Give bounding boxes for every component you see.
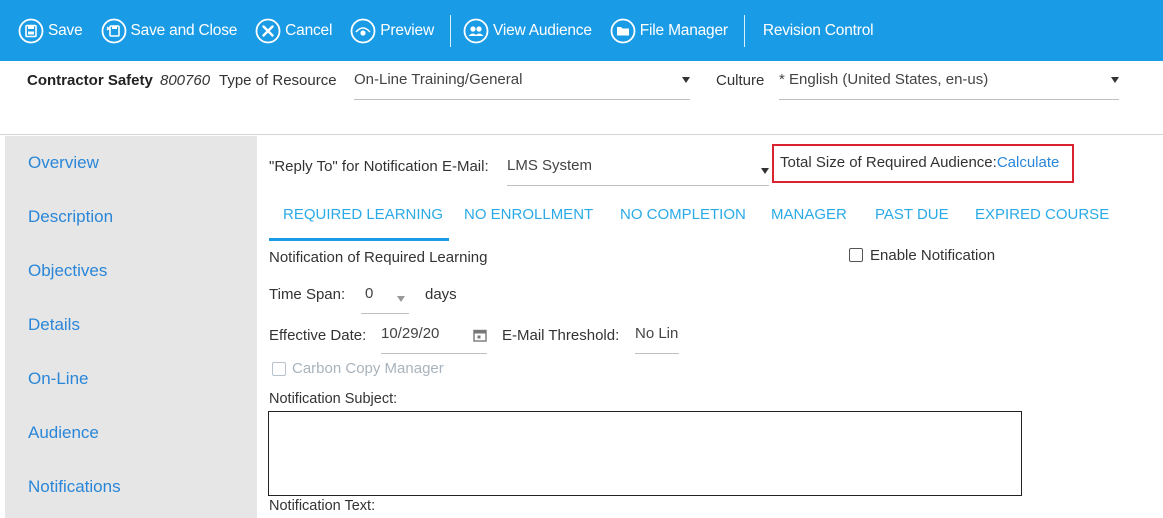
calculate-link[interactable]: Calculate — [997, 154, 1060, 171]
sidebar-item-description[interactable]: Description — [28, 207, 113, 227]
tab-required-learning[interactable]: REQUIRED LEARNING — [283, 206, 443, 223]
save-and-close-button[interactable]: Save and Close — [95, 0, 250, 61]
folder-icon — [610, 18, 636, 44]
tab-manager[interactable]: MANAGER — [771, 206, 847, 223]
save-close-icon — [101, 18, 127, 44]
type-of-resource-select[interactable]: On-Line Training/General — [354, 70, 690, 100]
culture-label: Culture — [716, 72, 765, 89]
total-audience-label: Total Size of Required Audience: — [780, 154, 997, 171]
total-audience-highlight: Total Size of Required Audience:Calculat… — [772, 144, 1074, 183]
save-button[interactable]: Save — [12, 0, 95, 61]
enable-notification-checkbox[interactable] — [849, 248, 863, 262]
sidebar: Overview Description Objectives Details … — [5, 136, 257, 518]
active-tab-indicator — [269, 238, 449, 241]
culture-select[interactable]: * English (United States, en-us) — [779, 70, 1119, 100]
caret-down-icon — [682, 77, 690, 83]
preview-button[interactable]: Preview — [344, 0, 446, 61]
sidebar-item-objectives[interactable]: Objectives — [28, 261, 107, 281]
notification-subject-textarea[interactable] — [268, 411, 1022, 496]
notification-tabs: REQUIRED LEARNING NO ENROLLMENT NO COMPL… — [269, 194, 1149, 242]
time-span-select[interactable]: 0 — [361, 284, 409, 314]
effective-date-label: Effective Date: — [269, 327, 367, 344]
toolbar-divider — [743, 14, 745, 47]
revision-control-button[interactable]: Revision Control — [751, 0, 886, 61]
sidebar-item-notifications[interactable]: Notifications — [28, 477, 121, 497]
time-span-label: Time Span: — [269, 286, 346, 303]
sidebar-item-overview[interactable]: Overview — [28, 153, 99, 173]
toolbar: Save Save and Close Cancel Preview View … — [0, 0, 1163, 61]
caret-down-icon — [1111, 77, 1119, 83]
tab-no-enrollment[interactable]: NO ENROLLMENT — [464, 206, 593, 223]
sidebar-item-details[interactable]: Details — [28, 315, 80, 335]
toolbar-divider — [449, 14, 451, 47]
effective-date-input[interactable]: 10/29/20 — [381, 324, 487, 354]
cancel-icon — [255, 18, 281, 44]
notification-subject-label: Notification Subject: — [269, 391, 398, 407]
tab-no-completion[interactable]: NO COMPLETION — [620, 206, 746, 223]
calendar-icon[interactable] — [473, 328, 487, 342]
tab-past-due[interactable]: PAST DUE — [875, 206, 949, 223]
reply-to-label: "Reply To" for Notification E-Mail: — [269, 158, 489, 175]
save-icon — [18, 18, 44, 44]
tab-expired-course[interactable]: EXPIRED COURSE — [975, 206, 1109, 223]
type-of-resource-label: Type of Resource — [219, 72, 337, 89]
enable-notification-label: Enable Notification — [870, 247, 996, 264]
view-audience-button[interactable]: View Audience — [457, 0, 604, 61]
carbon-copy-manager-label: Carbon Copy Manager — [292, 360, 444, 377]
email-threshold-input[interactable]: No Lin — [635, 324, 679, 354]
reply-to-select[interactable]: LMS System — [507, 156, 769, 186]
resource-header: Contractor Safety 800760 Type of Resourc… — [0, 61, 1163, 135]
file-manager-button[interactable]: File Manager — [604, 0, 740, 61]
time-span-unit: days — [425, 286, 457, 303]
notifications-panel: "Reply To" for Notification E-Mail: LMS … — [257, 136, 1163, 518]
caret-down-icon — [397, 296, 405, 302]
sidebar-item-audience[interactable]: Audience — [28, 423, 99, 443]
email-threshold-label: E-Mail Threshold: — [502, 327, 620, 344]
caret-down-icon — [761, 168, 769, 174]
sidebar-item-on-line[interactable]: On-Line — [28, 369, 88, 389]
section-title: Notification of Required Learning — [269, 249, 488, 266]
preview-icon — [350, 18, 376, 44]
cancel-button[interactable]: Cancel — [249, 0, 344, 61]
resource-title: Contractor Safety — [27, 72, 153, 89]
audience-icon — [463, 18, 489, 44]
resource-code: 800760 — [160, 72, 211, 89]
notification-text-label: Notification Text: — [269, 498, 376, 514]
carbon-copy-manager-checkbox[interactable] — [272, 362, 286, 376]
